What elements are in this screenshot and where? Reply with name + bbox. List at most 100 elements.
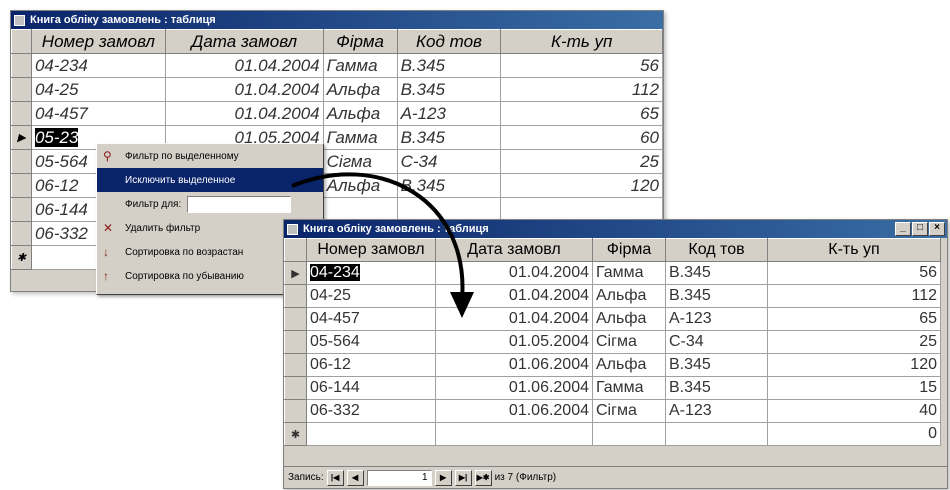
row-selector[interactable] [11, 149, 32, 174]
row-selector-header[interactable] [284, 238, 307, 262]
order-number-cell[interactable]: 04-457 [30, 101, 166, 126]
table-row[interactable]: 05-564 01.05.2004 Сігма C-34 25 [284, 330, 941, 354]
firm-cell[interactable]: Альфа [322, 173, 398, 198]
product-code-cell[interactable]: B.345 [396, 173, 502, 198]
row-selector[interactable] [11, 221, 32, 246]
product-code-cell[interactable]: B.345 [396, 125, 502, 150]
row-selector[interactable]: ▶ [11, 125, 32, 150]
previous-record-button[interactable]: ◀ [346, 469, 364, 486]
firm-cell[interactable]: Альфа [322, 101, 398, 126]
product-code-cell[interactable]: B.345 [665, 261, 768, 285]
row-selector[interactable]: ✱ [11, 245, 32, 270]
order-number-cell[interactable]: 04-25 [306, 284, 436, 308]
product-code-cell[interactable] [396, 197, 502, 222]
quantity-cell[interactable]: 40 [767, 399, 941, 423]
product-code-cell[interactable]: B.345 [396, 53, 502, 78]
firm-cell[interactable]: Гамма [592, 376, 666, 400]
product-code-cell[interactable]: C-34 [396, 149, 502, 174]
quantity-cell[interactable]: 120 [500, 173, 663, 198]
firm-cell[interactable] [322, 197, 398, 222]
order-date-cell[interactable]: 01.04.2004 [435, 261, 593, 285]
order-date-cell[interactable]: 01.04.2004 [435, 284, 593, 308]
product-code-cell[interactable]: B.345 [396, 77, 502, 102]
order-date-cell[interactable]: 01.04.2004 [164, 101, 324, 126]
row-selector[interactable]: ▶ [284, 261, 307, 285]
firm-cell[interactable]: Альфа [592, 284, 666, 308]
new-record-row[interactable]: ✱ 0 [284, 422, 941, 446]
quantity-cell[interactable]: 56 [767, 261, 941, 285]
table-row[interactable]: 06-144 01.06.2004 Гамма B.345 15 [284, 376, 941, 400]
menu-item-filter-by-selection[interactable]: ⚲ Фильтр по выделенному [97, 144, 323, 168]
firm-cell[interactable]: Альфа [592, 353, 666, 377]
row-selector[interactable]: ✱ [284, 422, 307, 446]
column-header-order-number[interactable]: Номер замовл [306, 238, 436, 262]
filter-for-input[interactable] [187, 195, 292, 213]
maximize-button[interactable]: □ [912, 222, 928, 236]
row-selector[interactable] [284, 330, 307, 354]
order-number-cell[interactable]: 06-12 [306, 353, 436, 377]
product-code-cell[interactable]: A-123 [396, 101, 502, 126]
quantity-cell[interactable]: 25 [500, 149, 663, 174]
quantity-cell[interactable]: 112 [767, 284, 941, 308]
column-header-order-number[interactable]: Номер замовл [30, 29, 166, 54]
order-date-cell[interactable]: 01.05.2004 [435, 330, 593, 354]
column-header-order-date[interactable]: Дата замовл [435, 238, 593, 262]
column-header-firm[interactable]: Фірма [592, 238, 666, 262]
close-button[interactable]: × [929, 222, 945, 236]
table-row[interactable]: 04-234 01.04.2004 Гамма B.345 56 [11, 53, 663, 78]
product-code-cell[interactable]: A-123 [665, 399, 768, 423]
order-number-cell[interactable]: 06-144 [306, 376, 436, 400]
table-row[interactable]: 04-457 01.04.2004 Альфа A-123 65 [284, 307, 941, 331]
new-record-cell[interactable] [592, 422, 666, 446]
order-number-cell[interactable]: 05-564 [306, 330, 436, 354]
new-record-cell[interactable]: 0 [767, 422, 941, 446]
column-header-product-code[interactable]: Код тов [665, 238, 768, 262]
row-selector[interactable] [284, 399, 307, 423]
firm-cell[interactable]: Гамма [322, 53, 398, 78]
table-row[interactable]: 04-25 01.04.2004 Альфа B.345 112 [11, 77, 663, 102]
row-selector[interactable] [284, 307, 307, 331]
column-header-quantity[interactable]: К-ть уп [767, 238, 941, 262]
new-record-button[interactable]: ▶✱ [474, 469, 492, 486]
firm-cell[interactable]: Сігма [322, 149, 398, 174]
row-selector[interactable] [284, 376, 307, 400]
table-row[interactable]: 04-457 01.04.2004 Альфа A-123 65 [11, 101, 663, 126]
quantity-cell[interactable] [500, 197, 663, 222]
firm-cell[interactable]: Гамма [322, 125, 398, 150]
row-selector-header[interactable] [11, 29, 32, 54]
order-number-cell[interactable]: 04-234 [306, 261, 436, 285]
new-record-cell[interactable] [435, 422, 593, 446]
last-record-button[interactable]: ▶| [454, 469, 472, 486]
order-number-cell[interactable]: 04-25 [30, 77, 166, 102]
firm-cell[interactable]: Гамма [592, 261, 666, 285]
product-code-cell[interactable]: B.345 [665, 376, 768, 400]
firm-cell[interactable]: Альфа [592, 307, 666, 331]
quantity-cell[interactable]: 60 [500, 125, 663, 150]
new-record-cell[interactable] [306, 422, 436, 446]
order-date-cell[interactable]: 01.04.2004 [164, 53, 324, 78]
table-row[interactable]: 06-332 01.06.2004 Сігма A-123 40 [284, 399, 941, 423]
record-number-field[interactable]: 1 [366, 469, 432, 486]
quantity-cell[interactable]: 65 [767, 307, 941, 331]
order-date-cell[interactable]: 01.04.2004 [164, 77, 324, 102]
row-selector[interactable] [284, 353, 307, 377]
column-header-firm[interactable]: Фірма [322, 29, 398, 54]
row-selector[interactable] [11, 101, 32, 126]
order-date-cell[interactable]: 01.04.2004 [435, 307, 593, 331]
order-date-cell[interactable]: 01.06.2004 [435, 399, 593, 423]
column-header-quantity[interactable]: К-ть уп [500, 29, 663, 54]
menu-item-exclude-selection[interactable]: Исключить выделенное [97, 168, 323, 192]
table-row[interactable]: ▶ 04-234 01.04.2004 Гамма B.345 56 [284, 261, 941, 285]
product-code-cell[interactable]: C-34 [665, 330, 768, 354]
table-row[interactable]: 04-25 01.04.2004 Альфа B.345 112 [284, 284, 941, 308]
minimize-button[interactable]: _ [895, 222, 911, 236]
order-number-cell[interactable]: 06-332 [306, 399, 436, 423]
order-number-cell[interactable]: 04-234 [30, 53, 166, 78]
order-date-cell[interactable]: 01.06.2004 [435, 353, 593, 377]
table-row[interactable]: 06-12 01.06.2004 Альфа B.345 120 [284, 353, 941, 377]
quantity-cell[interactable]: 25 [767, 330, 941, 354]
menu-item-filter-for[interactable]: Фильтр для: [97, 192, 323, 216]
quantity-cell[interactable]: 56 [500, 53, 663, 78]
quantity-cell[interactable]: 112 [500, 77, 663, 102]
product-code-cell[interactable]: A-123 [665, 307, 768, 331]
